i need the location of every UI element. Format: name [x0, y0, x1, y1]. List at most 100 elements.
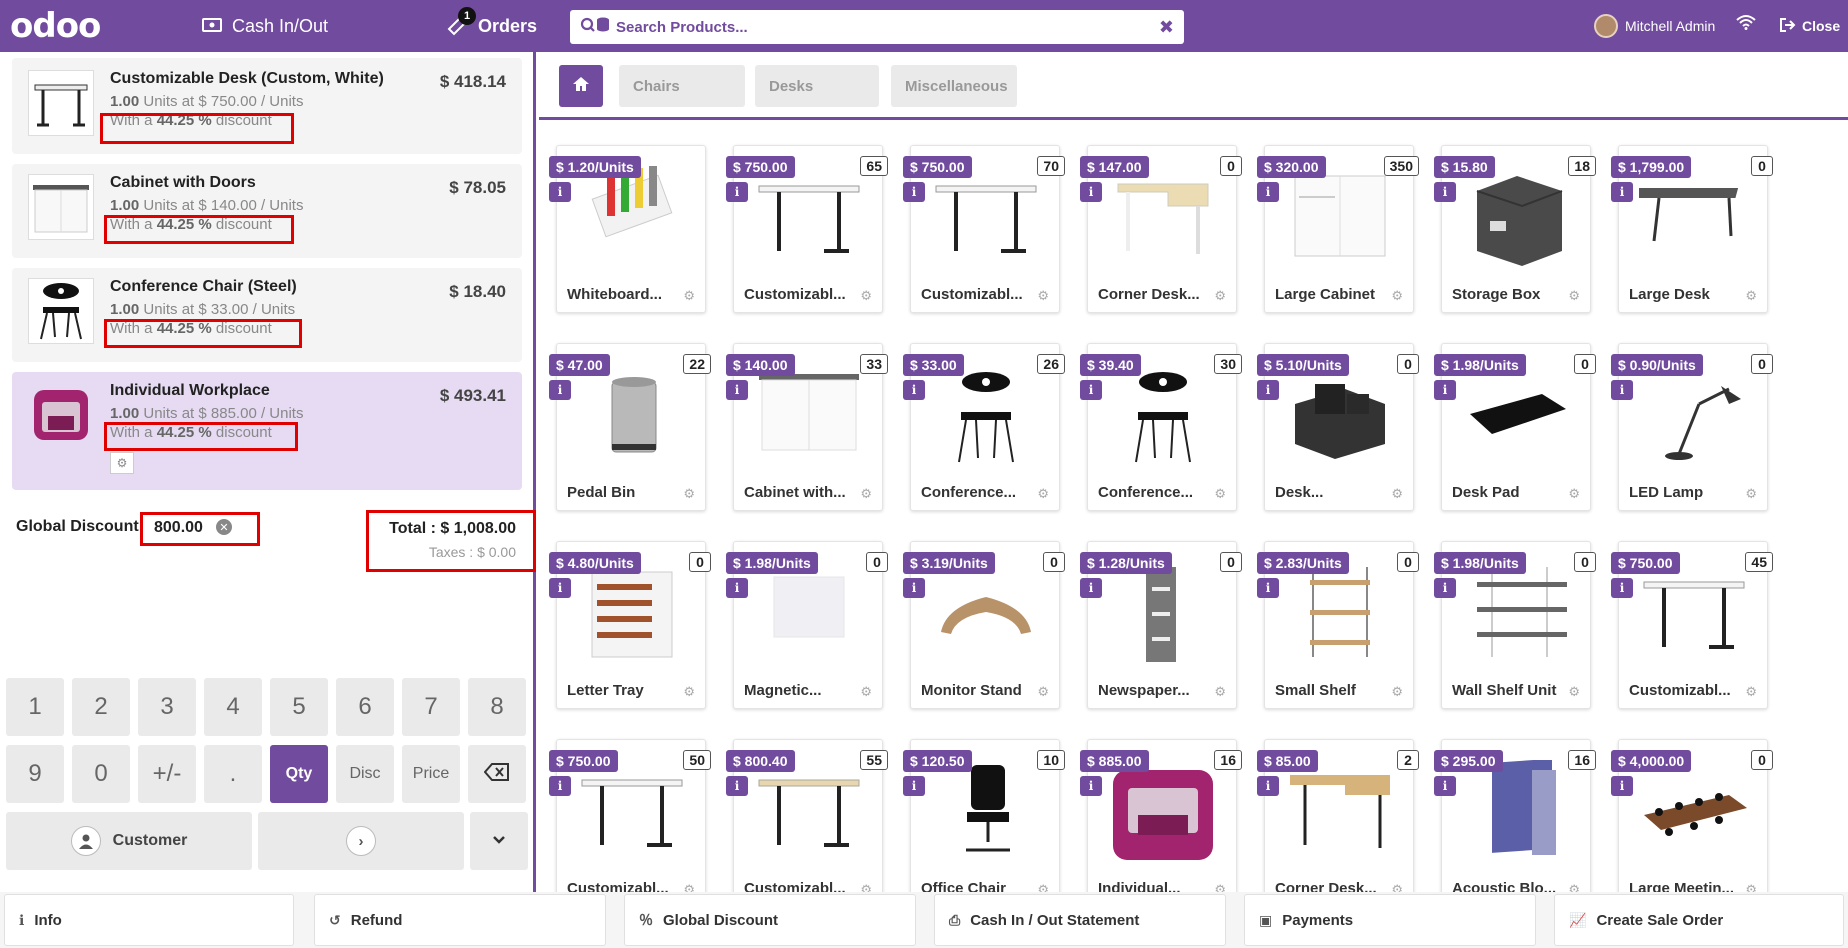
product-info-icon[interactable]: i	[549, 182, 571, 202]
product-info-icon[interactable]: i	[1257, 380, 1279, 400]
numpad-key-decimal[interactable]: .	[204, 745, 262, 803]
clear-search-icon[interactable]: ✖	[1159, 17, 1174, 38]
product-info-icon[interactable]: i	[903, 380, 925, 400]
product-price: $ 1.98/Units	[1434, 552, 1526, 574]
product-card[interactable]: $ 1,799.00 i 0 Large Desk ⚙	[1611, 145, 1773, 313]
backspace-button[interactable]	[468, 745, 526, 803]
product-info-icon[interactable]: i	[1080, 776, 1102, 796]
product-stock-qty: 16	[1568, 750, 1596, 770]
product-info-icon[interactable]: i	[726, 578, 748, 598]
create-sale-order-button[interactable]: 📈 Create Sale Order	[1554, 894, 1844, 946]
product-card[interactable]: $ 39.40 i 30 Conference... ⚙	[1080, 343, 1242, 511]
cash-statement-button[interactable]: ⎙ Cash In / Out Statement	[934, 894, 1226, 946]
product-info-icon[interactable]: i	[1611, 380, 1633, 400]
product-card[interactable]: $ 3.19/Units i 0 Monitor Stand ⚙	[903, 541, 1065, 709]
product-card[interactable]: $ 1.98/Units i 0 Magnetic... ⚙	[726, 541, 888, 709]
numpad-key-6[interactable]: 6	[336, 678, 394, 736]
search-input[interactable]	[616, 18, 1159, 36]
product-card[interactable]: $ 120.50 i 10 Office Chair ⚙	[903, 739, 1065, 892]
more-options-button[interactable]	[470, 812, 528, 870]
home-category-button[interactable]	[559, 65, 603, 107]
product-info-icon[interactable]: i	[903, 182, 925, 202]
category-chairs[interactable]: Chairs	[619, 65, 745, 107]
product-price: $ 1.98/Units	[1434, 354, 1526, 376]
cash-in-out-button[interactable]: Cash In/Out	[202, 0, 328, 52]
payments-button[interactable]: ▣ Payments	[1244, 894, 1536, 946]
product-card[interactable]: $ 320.00 i 350 Large Cabinet ⚙	[1257, 145, 1419, 313]
payment-button[interactable]: ›	[258, 812, 464, 870]
product-card[interactable]: $ 47.00 i 22 Pedal Bin ⚙	[549, 343, 711, 511]
product-info-icon[interactable]: i	[726, 182, 748, 202]
product-name: Acoustic Blo...	[1452, 880, 1557, 892]
product-info-icon[interactable]: i	[726, 776, 748, 796]
product-info-icon[interactable]: i	[726, 380, 748, 400]
category-desks[interactable]: Desks	[755, 65, 879, 107]
product-card[interactable]: $ 800.40 i 55 Customizabl... ⚙	[726, 739, 888, 892]
numpad-key-0[interactable]: 0	[72, 745, 130, 803]
numpad-key-1[interactable]: 1	[6, 678, 64, 736]
product-info-icon[interactable]: i	[903, 578, 925, 598]
product-info-icon[interactable]: i	[1080, 380, 1102, 400]
product-info-icon[interactable]: i	[1434, 182, 1456, 202]
numpad-key-8[interactable]: 8	[468, 678, 526, 736]
numpad-key-plus-minus[interactable]: +/-	[138, 745, 196, 803]
product-info-icon[interactable]: i	[1257, 182, 1279, 202]
product-card[interactable]: $ 750.00 i 50 Customizabl... ⚙	[549, 739, 711, 892]
product-info-icon[interactable]: i	[1257, 776, 1279, 796]
numpad-mode-price[interactable]: Price	[402, 745, 460, 803]
product-info-icon[interactable]: i	[549, 776, 571, 796]
numpad-key-5[interactable]: 5	[270, 678, 328, 736]
refund-button[interactable]: ↺ Refund	[314, 894, 606, 946]
product-info-icon[interactable]: i	[903, 776, 925, 796]
product-stock-qty: 0	[1751, 750, 1773, 770]
product-info-icon[interactable]: i	[1611, 182, 1633, 202]
product-card[interactable]: $ 2.83/Units i 0 Small Shelf ⚙	[1257, 541, 1419, 709]
category-miscellaneous[interactable]: Miscellaneous	[891, 65, 1017, 107]
numpad-key-4[interactable]: 4	[204, 678, 262, 736]
product-card[interactable]: $ 295.00 i 16 Acoustic Blo... ⚙	[1434, 739, 1596, 892]
user-menu[interactable]: Mitchell Admin	[1594, 0, 1715, 52]
product-info-icon[interactable]: i	[1434, 578, 1456, 598]
product-card[interactable]: $ 85.00 i 2 Corner Desk... ⚙	[1257, 739, 1419, 892]
global-discount-button[interactable]: ％ Global Discount	[624, 894, 916, 946]
remove-discount-icon[interactable]: ✕	[216, 519, 232, 535]
product-info-icon[interactable]: i	[549, 380, 571, 400]
numpad-key-7[interactable]: 7	[402, 678, 460, 736]
numpad-mode-disc[interactable]: Disc	[336, 745, 394, 803]
product-card[interactable]: $ 1.98/Units i 0 Wall Shelf Unit ⚙	[1434, 541, 1596, 709]
product-info-icon[interactable]: i	[549, 578, 571, 598]
numpad-key-2[interactable]: 2	[72, 678, 130, 736]
product-card[interactable]: $ 140.00 i 33 Cabinet with... ⚙	[726, 343, 888, 511]
product-info-icon[interactable]: i	[1257, 578, 1279, 598]
product-card[interactable]: $ 1.28/Units i 0 Newspaper... ⚙	[1080, 541, 1242, 709]
product-card[interactable]: $ 750.00 i 70 Customizabl... ⚙	[903, 145, 1065, 313]
orders-button[interactable]: 1 Orders	[446, 0, 537, 52]
product-price: $ 750.00	[726, 156, 795, 178]
product-card[interactable]: $ 4,000.00 i 0 Large Meetin... ⚙	[1611, 739, 1773, 892]
customer-button[interactable]: Customer	[6, 812, 252, 870]
product-card[interactable]: $ 750.00 i 45 Customizabl... ⚙	[1611, 541, 1773, 709]
product-info-icon[interactable]: i	[1434, 776, 1456, 796]
product-card[interactable]: $ 5.10/Units i 0 Desk... ⚙	[1257, 343, 1419, 511]
lot-serial-icon[interactable]: ⚙	[110, 452, 134, 474]
product-card[interactable]: $ 33.00 i 26 Conference... ⚙	[903, 343, 1065, 511]
product-info-icon[interactable]: i	[1611, 578, 1633, 598]
product-info-icon[interactable]: i	[1611, 776, 1633, 796]
numpad-key-9[interactable]: 9	[6, 745, 64, 803]
product-card[interactable]: $ 750.00 i 65 Customizabl... ⚙	[726, 145, 888, 313]
numpad-mode-qty[interactable]: Qty	[270, 745, 328, 803]
info-button[interactable]: ℹ Info	[4, 894, 294, 946]
product-card[interactable]: $ 147.00 i 0 Corner Desk... ⚙	[1080, 145, 1242, 313]
numpad-key-3[interactable]: 3	[138, 678, 196, 736]
product-card[interactable]: $ 0.90/Units i 0 LED Lamp ⚙	[1611, 343, 1773, 511]
product-card[interactable]: $ 15.80 i 18 Storage Box ⚙	[1434, 145, 1596, 313]
product-card[interactable]: $ 885.00 i 16 Individual... ⚙	[1080, 739, 1242, 892]
product-info-icon[interactable]: i	[1080, 182, 1102, 202]
product-info-icon[interactable]: i	[1434, 380, 1456, 400]
product-price: $ 47.00	[549, 354, 610, 376]
product-card[interactable]: $ 1.20/Units i Whiteboard... ⚙	[549, 145, 706, 313]
product-card[interactable]: $ 1.98/Units i 0 Desk Pad ⚙	[1434, 343, 1596, 511]
product-card[interactable]: $ 4.80/Units i 0 Letter Tray ⚙	[549, 541, 711, 709]
product-info-icon[interactable]: i	[1080, 578, 1102, 598]
close-button[interactable]: Close	[1780, 0, 1840, 52]
